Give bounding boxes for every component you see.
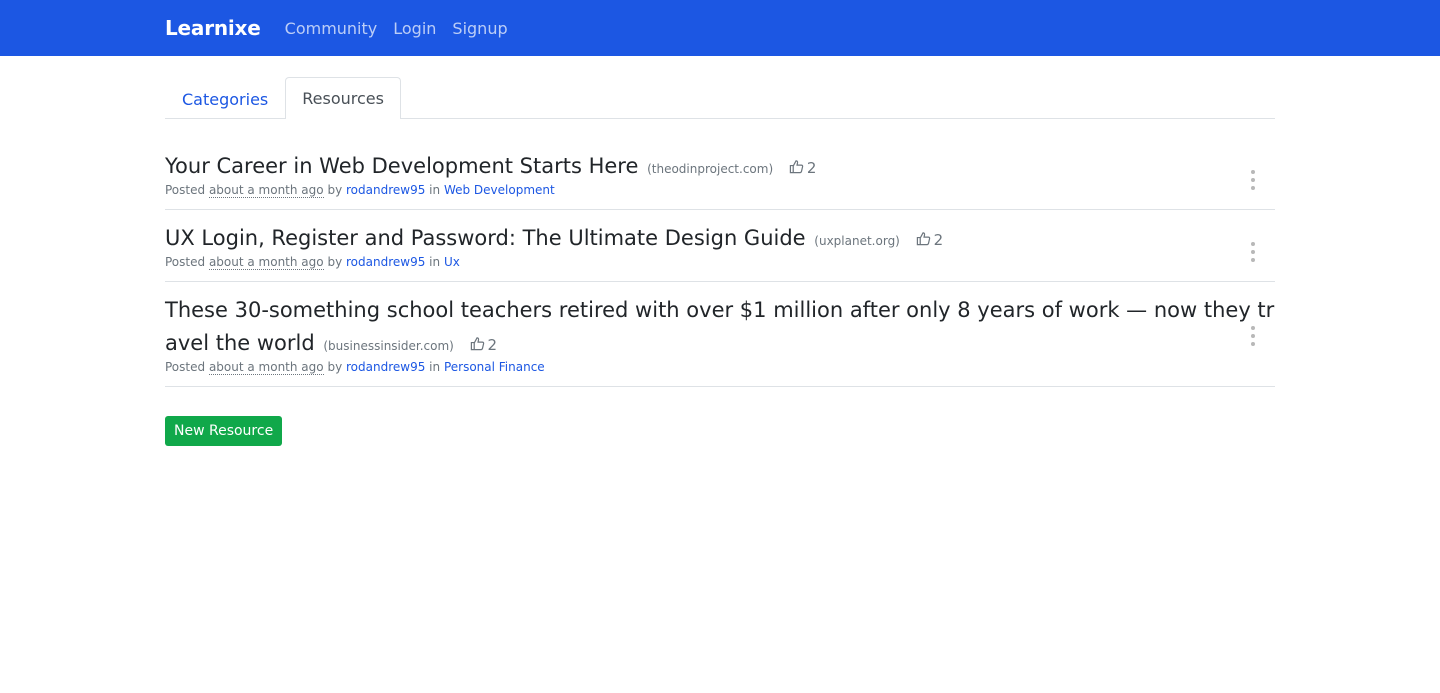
thumbs-up-icon [916, 232, 930, 246]
by-label: by [327, 360, 343, 374]
posted-label: Posted [165, 255, 206, 269]
category-link[interactable]: Web Development [444, 183, 555, 197]
main-content: Categories Resources Your Career in Web … [165, 76, 1275, 446]
tab-bar: Categories Resources [165, 76, 1275, 119]
resource-item: UX Login, Register and Password: The Ult… [165, 222, 1275, 282]
by-label: by [327, 183, 343, 197]
kebab-menu-icon[interactable] [1249, 170, 1257, 190]
in-label: in [429, 183, 441, 197]
category-link[interactable]: Ux [444, 255, 460, 269]
tab-resources[interactable]: Resources [285, 77, 401, 119]
resource-title[interactable]: Your Career in Web Development Starts He… [165, 154, 638, 178]
top-navbar: Learnixe Community Login Signup [0, 0, 1440, 56]
posted-time: about a month ago [208, 360, 324, 375]
nav-signup[interactable]: Signup [452, 19, 507, 38]
in-label: in [429, 360, 441, 374]
resource-domain: (uxplanet.org) [814, 234, 900, 248]
resource-meta: Posted about a month ago by rodandrew95 … [165, 359, 1225, 375]
like-count: 2 [487, 336, 498, 354]
nav-community[interactable]: Community [285, 19, 378, 38]
resource-domain: (theodinproject.com) [647, 162, 774, 176]
resource-title-line: UX Login, Register and Password: The Ult… [165, 222, 1225, 258]
resource-list: Your Career in Web Development Starts He… [165, 150, 1275, 387]
thumbs-up-icon [470, 337, 484, 351]
thumbs-up-icon [789, 160, 804, 174]
like-count: 2 [933, 231, 944, 249]
brand-logo[interactable]: Learnixe [165, 16, 261, 40]
author-link[interactable]: rodandrew95 [346, 183, 425, 197]
posted-label: Posted [165, 183, 206, 197]
resource-title-line: Your Career in Web Development Starts He… [165, 150, 1225, 186]
nav-login[interactable]: Login [393, 19, 436, 38]
resource-title[interactable]: UX Login, Register and Password: The Ult… [165, 226, 806, 250]
in-label: in [429, 255, 441, 269]
resource-item: These 30-something school teachers retir… [165, 294, 1275, 387]
author-link[interactable]: rodandrew95 [346, 360, 425, 374]
posted-label: Posted [165, 360, 206, 374]
like-button[interactable]: 2 [789, 159, 817, 177]
resource-item: Your Career in Web Development Starts He… [165, 150, 1275, 210]
like-count: 2 [806, 159, 817, 177]
category-link[interactable]: Personal Finance [444, 360, 545, 374]
posted-time: about a month ago [208, 183, 324, 198]
tab-categories[interactable]: Categories [165, 78, 285, 119]
posted-time: about a month ago [208, 255, 324, 270]
like-button[interactable]: 2 [916, 231, 944, 249]
like-button[interactable]: 2 [470, 336, 498, 354]
author-link[interactable]: rodandrew95 [346, 255, 425, 269]
resource-title-line: These 30-something school teachers retir… [165, 294, 1275, 363]
kebab-menu-icon[interactable] [1249, 242, 1257, 262]
new-resource-button[interactable]: New Resource [165, 416, 283, 446]
resource-domain: (businessinsider.com) [323, 339, 454, 353]
by-label: by [327, 255, 343, 269]
kebab-menu-icon[interactable] [1249, 326, 1257, 346]
